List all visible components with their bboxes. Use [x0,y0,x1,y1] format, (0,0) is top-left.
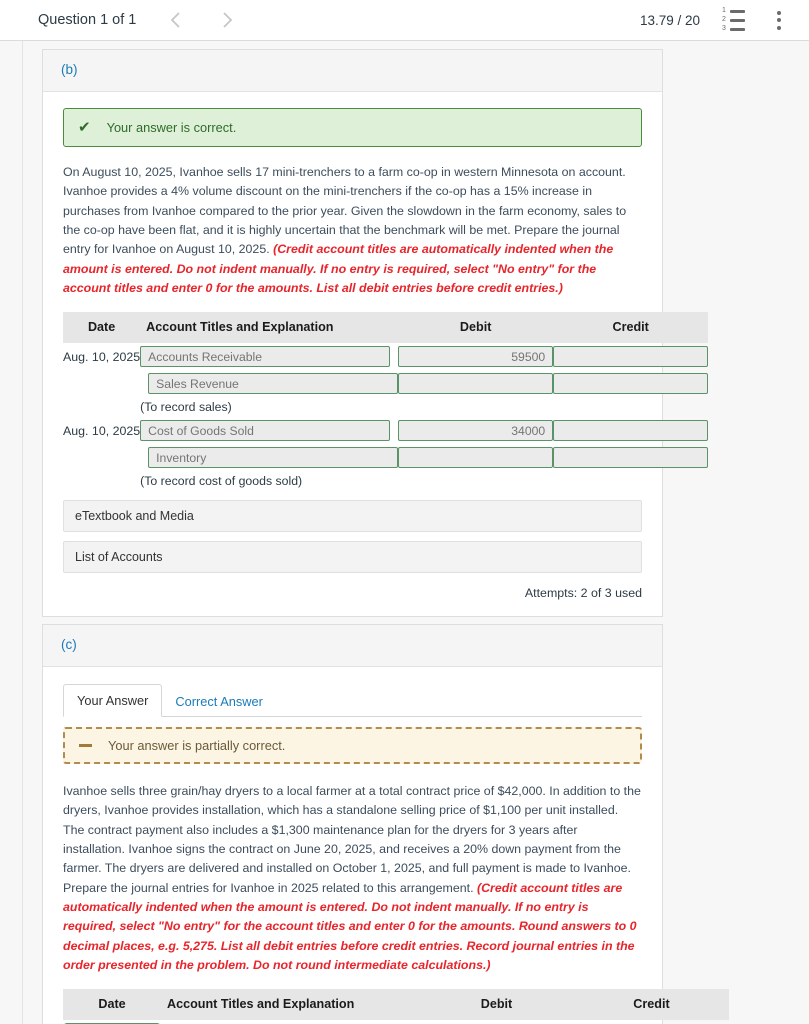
debit-input[interactable] [398,447,554,469]
answer-tabs: Your Answer Correct Answer [63,683,642,717]
chevron-right-icon [221,10,234,30]
list-of-accounts-button[interactable]: List of Accounts [63,541,642,574]
next-question-button[interactable] [210,3,244,37]
account-cell [140,343,398,370]
list-bar [730,9,745,13]
credit-cell [553,370,709,397]
score-display: 13.79 / 20 [639,12,700,28]
scroll-content: (b) ✔ Your answer is correct. On August … [0,41,809,1024]
list-bar [730,27,745,31]
table-row: Aug. 10, 2025 [63,343,709,370]
credit-input[interactable] [553,420,709,442]
account-cell [140,417,398,444]
dash-icon [79,744,92,747]
column-header-debit: Debit [398,312,554,344]
kebab-dot [777,25,781,30]
empty-cell [63,471,140,491]
table-row [63,444,709,471]
debit-input[interactable] [398,373,554,395]
chevron-left-icon [169,10,182,30]
column-header-debit: Debit [419,989,574,1021]
toolbar-right-group: 13.79 / 20 1 2 3 [640,7,787,34]
question-part-b-card: (b) ✔ Your answer is correct. On August … [42,49,709,618]
part-c-prose: Ivanhoe sells three grain/hay dryers to … [63,784,641,895]
question-counter: Question 1 of 1 [38,12,137,28]
credit-cell [553,444,709,471]
account-title-input[interactable] [140,420,391,442]
debit-cell [419,1020,574,1024]
debit-input[interactable] [398,420,554,442]
debit-cell [398,370,554,397]
part-c-header: (c) [43,625,662,667]
kebab-dot [777,10,781,15]
table-row: June 20, 2025 ▲▼ [63,1020,729,1024]
part-c-journal-table: Date Account Titles and Explanation Debi… [63,989,729,1024]
memo-text: (To record cost of goods sold) [140,474,303,489]
table-header-row: Date Account Titles and Explanation Debi… [63,989,729,1021]
kebab-menu-icon[interactable] [771,7,787,34]
column-header-credit: Credit [574,989,729,1021]
numbered-list-icon[interactable]: 1 2 3 [722,7,745,32]
debit-input[interactable] [398,346,554,368]
banner-message: Your answer is correct. [106,120,237,135]
credit-cell [553,343,709,370]
banner-message: Your answer is partially correct. [108,738,286,753]
quiz-page: Question 1 of 1 13.79 / 20 1 2 3 (b) ✔ Y… [0,0,809,1024]
correct-answer-banner: ✔ Your answer is correct. [63,108,642,147]
credit-input[interactable] [553,373,709,395]
account-title-input[interactable] [148,447,399,469]
memo-text: (To record sales) [140,400,232,415]
table-header-row: Date Account Titles and Explanation Debi… [63,312,709,344]
entry-date: Aug. 10, 2025 [63,349,141,364]
account-cell [161,1020,419,1024]
column-header-account-titles: Account Titles and Explanation [140,312,399,344]
previous-question-button[interactable] [158,3,192,37]
account-title-input[interactable] [140,346,391,368]
account-cell [140,444,399,471]
part-c-body: Your Answer Correct Answer Your answer i… [43,667,729,1024]
column-header-date: Date [63,989,161,1021]
debit-cell [398,343,554,370]
etextbook-and-media-button[interactable]: eTextbook and Media [63,500,642,533]
part-b-body: ✔ Your answer is correct. On August 10, … [43,92,709,616]
debit-cell [398,417,554,444]
column-header-credit: Credit [553,312,709,344]
part-b-problem-text: On August 10, 2025, Ivanhoe sells 17 min… [63,163,642,298]
kebab-dot [777,18,781,22]
list-bar [730,18,745,22]
part-b-header: (b) [43,50,662,92]
credit-cell [574,1020,729,1024]
column-header-date: Date [63,312,141,344]
credit-cell [553,417,709,444]
list-number-2: 2 [722,16,726,23]
table-row: Aug. 10, 2025 [63,417,709,444]
tab-correct-answer[interactable]: Correct Answer [162,686,275,717]
empty-cell [63,397,140,417]
table-row [63,370,709,397]
part-c-problem-text: Ivanhoe sells three grain/hay dryers to … [63,782,642,975]
table-memo-row: (To record cost of goods sold) [63,471,708,491]
date-cell: June 20, 2025 ▲▼ [63,1020,161,1024]
entry-date [63,370,140,397]
credit-input[interactable] [553,447,709,469]
entry-date [63,444,140,471]
partially-correct-banner: Your answer is partially correct. [63,727,642,764]
list-number-1: 1 [722,7,726,14]
attempts-status: Attempts: 2 of 3 used [524,586,642,601]
top-toolbar: Question 1 of 1 13.79 / 20 1 2 3 [0,0,809,41]
account-cell [140,370,399,397]
tab-your-answer[interactable]: Your Answer [63,684,163,717]
column-header-account-titles: Account Titles and Explanation [161,989,419,1021]
account-title-input[interactable] [148,373,399,395]
part-c-label: (c) [61,637,77,652]
debit-cell [398,444,554,471]
credit-input[interactable] [553,346,709,368]
question-part-c-card: (c) Your Answer Correct Answer Your answ… [42,624,729,1024]
part-b-journal-table: Date Account Titles and Explanation Debi… [63,312,709,491]
table-memo-row: (To record sales) [63,397,708,417]
part-b-label: (b) [61,62,78,77]
list-number-3: 3 [722,25,726,32]
entry-date: Aug. 10, 2025 [63,423,141,438]
check-icon: ✔ [78,119,91,136]
